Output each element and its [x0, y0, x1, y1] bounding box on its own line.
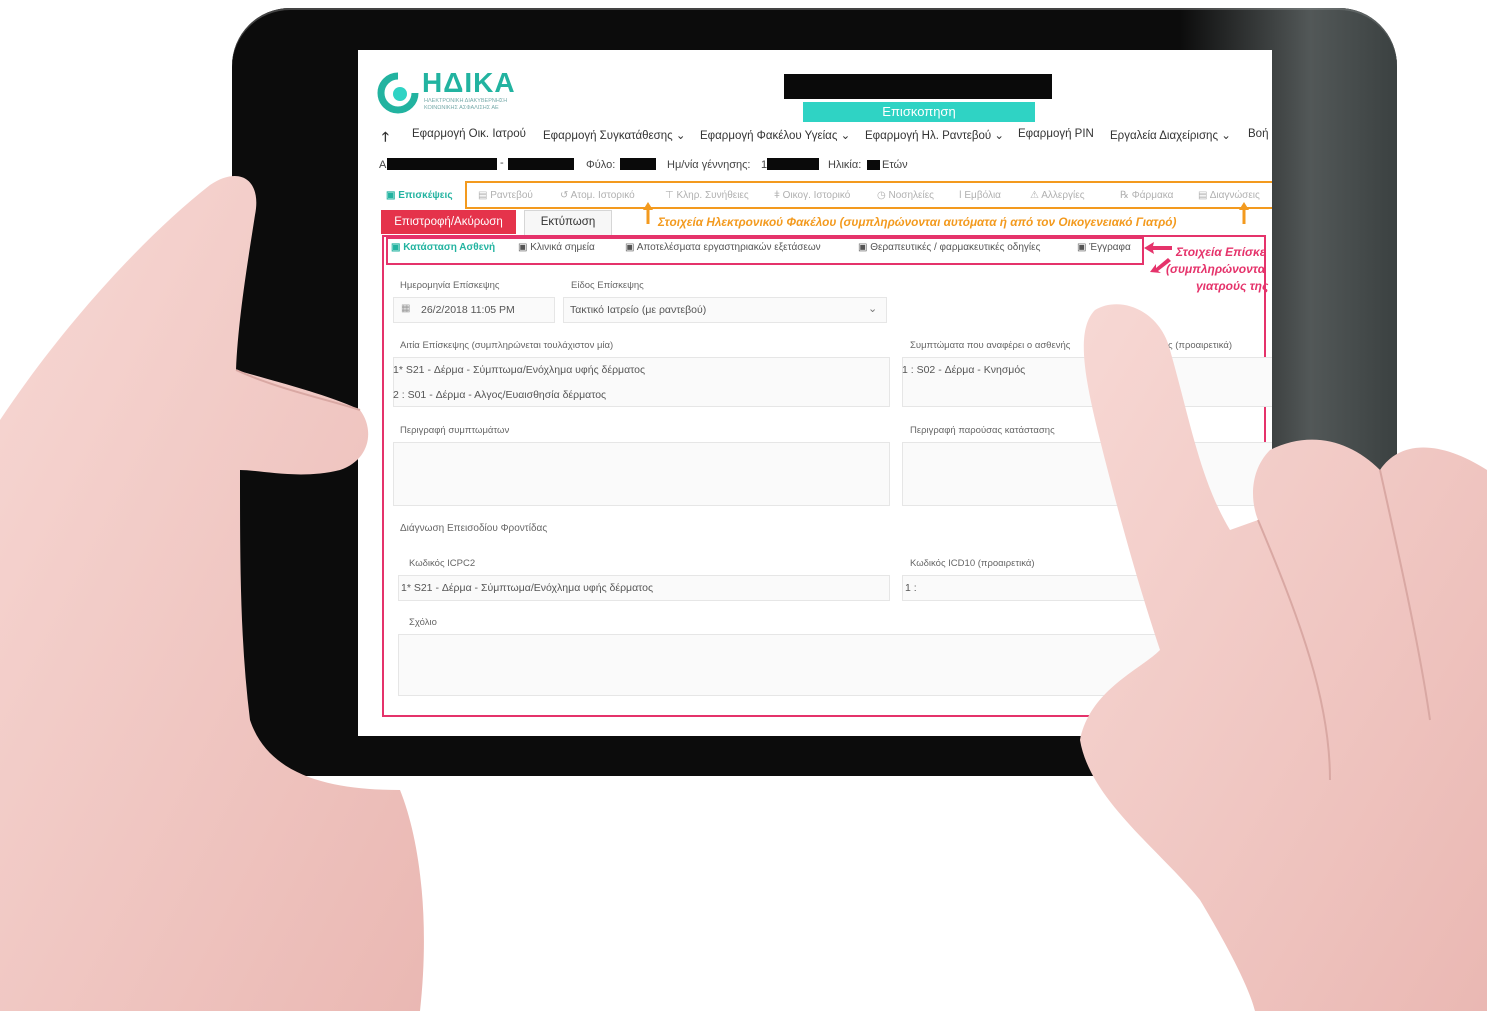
- hands-illustration: [0, 176, 1487, 1011]
